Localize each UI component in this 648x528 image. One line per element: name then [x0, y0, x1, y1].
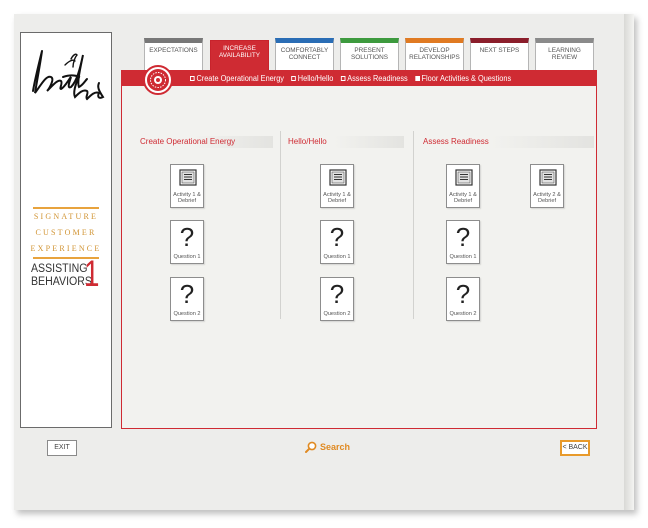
card-label: Activity 1 & Debrief: [323, 191, 351, 204]
activity-1-card[interactable]: Activity 1 & Debrief: [446, 164, 480, 208]
question-1-card[interactable]: ? Question 1: [170, 220, 204, 264]
card-label: Activity 2 & Debrief: [533, 191, 561, 204]
card-label: Question 1: [323, 253, 351, 260]
question-mark-icon: ?: [329, 279, 345, 309]
search-label: Search: [320, 442, 351, 452]
module-number: 1: [84, 253, 100, 294]
tab-label: EXPECTATIONS: [149, 47, 198, 54]
tab-label: PRESENT SOLUTIONS: [351, 47, 388, 61]
module-title-line-1: ASSISTING: [31, 263, 88, 275]
module-title: ASSISTING BEHAVIORS: [31, 263, 92, 288]
activity-1-card[interactable]: Activity 1 & Debrief: [320, 164, 354, 208]
tab-comfortably-connect[interactable]: COMFORTABLY CONNECT: [275, 38, 334, 74]
frame-shadow: [624, 14, 634, 510]
exit-button[interactable]: EXIT: [47, 440, 77, 456]
checkbox-filled-icon: [415, 76, 420, 81]
activity-1-card[interactable]: Activity 1 & Debrief: [170, 164, 204, 208]
tab-label: COMFORTABLY CONNECT: [280, 47, 329, 61]
card-label: Activity 1 & Debrief: [449, 191, 477, 204]
question-mark-icon: ?: [179, 222, 195, 252]
brand-logo: [32, 50, 105, 101]
activity-2-card[interactable]: Activity 2 & Debrief: [530, 164, 564, 208]
question-mark-icon: ?: [455, 279, 471, 309]
tab-next-steps[interactable]: NEXT STEPS: [470, 38, 529, 74]
module-title-line-2: BEHAVIORS: [31, 275, 92, 288]
section-title-hello-hello: Hello/Hello: [287, 136, 404, 148]
tab-label: LEARNING REVIEW: [548, 47, 581, 61]
question-mark-icon: ?: [455, 222, 471, 252]
question-1-card[interactable]: ? Question 1: [320, 220, 354, 264]
question-2-card[interactable]: ? Question 2: [446, 277, 480, 321]
back-button[interactable]: < BACK: [560, 440, 590, 456]
card-label: Activity 1 & Debrief: [173, 191, 201, 204]
subnav-label: Hello/Hello: [297, 74, 334, 83]
column-divider: [413, 131, 414, 319]
brand-panel: SIGNATURE CUSTOMER EXPERIENCE ASSISTING …: [20, 32, 112, 428]
subnav-label: Floor Activities & Questions: [421, 74, 512, 83]
checkbox-icon: [291, 76, 296, 81]
subnav: Create Operational Energy Hello/Hello As…: [190, 71, 511, 86]
checkbox-icon: [190, 76, 195, 81]
sce-line-3: EXPERIENCE: [30, 244, 102, 253]
subnav-assess-readiness[interactable]: Assess Readiness: [340, 74, 408, 83]
document-icon: [455, 169, 473, 186]
card-label: Question 2: [449, 310, 477, 317]
card-label: Question 2: [323, 310, 351, 317]
card-label: Question 2: [173, 310, 201, 317]
document-icon: [179, 169, 197, 186]
tab-learning-review[interactable]: LEARNING REVIEW: [535, 38, 594, 74]
search-button[interactable]: Search: [305, 441, 350, 453]
tab-increase-availability[interactable]: INCREASE AVAILABILITY: [210, 40, 269, 74]
subnav-hello-hello[interactable]: Hello/Hello: [291, 74, 333, 83]
question-mark-icon: ?: [179, 279, 195, 309]
question-1-card[interactable]: ? Question 1: [446, 220, 480, 264]
subnav-create-operational-energy[interactable]: Create Operational Energy: [190, 74, 284, 83]
subnav-label: Create Operational Energy: [196, 74, 284, 83]
tab-label: NEXT STEPS: [479, 47, 520, 54]
column-divider: [280, 131, 281, 319]
section-title-create-operational-energy: Create Operational Energy: [139, 136, 273, 148]
section-title-assess-readiness: Assess Readiness: [422, 136, 594, 148]
tab-develop-relationships[interactable]: DEVELOP RELATIONSHIPS: [405, 38, 464, 74]
seal-icon: [143, 65, 173, 95]
sce-line-2: CUSTOMER: [35, 228, 97, 237]
card-label: Question 1: [449, 253, 477, 260]
tab-present-solutions[interactable]: PRESENT SOLUTIONS: [340, 38, 399, 74]
tab-label: DEVELOP RELATIONSHIPS: [409, 47, 460, 61]
tab-label: INCREASE AVAILABILITY: [219, 45, 260, 59]
rule-top: [33, 207, 99, 209]
main-panel: Create Operational Energy Hello/Hello As…: [121, 65, 597, 429]
question-2-card[interactable]: ? Question 2: [170, 277, 204, 321]
subnav-label: Assess Readiness: [347, 74, 408, 83]
card-label: Question 1: [173, 253, 201, 260]
checkbox-icon: [340, 76, 346, 81]
question-mark-icon: ?: [329, 222, 345, 252]
sce-line-1: SIGNATURE: [33, 212, 99, 221]
question-2-card[interactable]: ? Question 2: [320, 277, 354, 321]
subnav-floor-activities[interactable]: Floor Activities & Questions: [415, 74, 511, 83]
search-icon: [305, 441, 317, 453]
document-icon: [329, 169, 347, 186]
document-icon: [539, 169, 557, 186]
